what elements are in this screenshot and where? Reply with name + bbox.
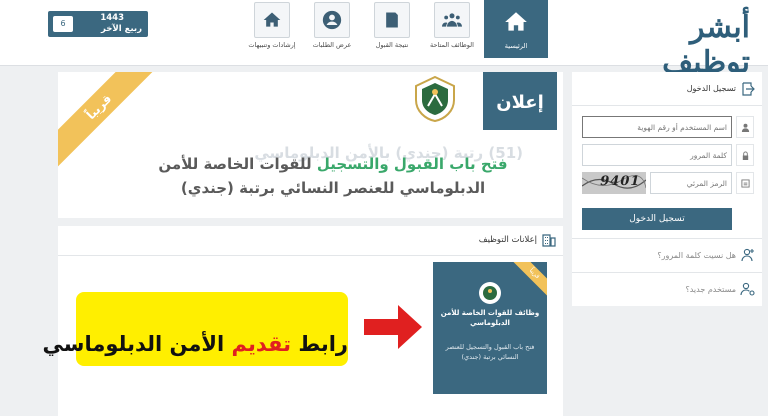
nav-view-requests[interactable]: عرض الطلبات: [304, 2, 360, 56]
login-title: تسجيل الدخول: [686, 84, 736, 93]
password-input[interactable]: [582, 144, 732, 166]
job-announcements-title: إعلانات التوظيف: [478, 235, 537, 245]
building-icon: [541, 232, 557, 248]
lock-icon: [736, 144, 754, 166]
captcha-icon: [736, 172, 754, 194]
overlay-text-part1: رابط: [298, 332, 348, 356]
job-card-emblem-icon: [479, 282, 501, 304]
overlay-text-part2: الأمن الدبلوماسي: [42, 332, 225, 356]
login-header: تسجيل الدخول: [572, 72, 762, 106]
job-card-description: فتح باب القبول والتسجيل للعنصر النسائي ب…: [445, 343, 535, 361]
emblem-icon: [414, 75, 456, 123]
nav-acceptance-result[interactable]: نتيجة القبول: [364, 2, 420, 56]
absher-tawzif-logo[interactable]: أبشر توظيف: [600, 8, 751, 80]
nav-available-jobs-label: الوظائف المتاحة: [430, 41, 474, 49]
job-card[interactable]: قريباً وظائف للقوات الخاصة للأمن الدبلوم…: [433, 262, 547, 394]
announcement-title-highlight: فتح باب القبول والتسجيل: [316, 155, 508, 173]
captcha-image[interactable]: 9401: [582, 172, 646, 194]
red-arrow-icon: [362, 302, 424, 352]
job-announcements-header: إعلانات التوظيف: [58, 226, 563, 256]
username-input[interactable]: [582, 116, 732, 138]
forgot-password-text: هل نسيت كلمة المرور؟: [657, 251, 736, 260]
nav-acceptance-result-label: نتيجة القبول: [375, 41, 409, 49]
login-panel: تسجيل الدخول 9401 تسجيل الدخول هل نسيت ك…: [572, 72, 762, 306]
login-icon: [740, 81, 756, 97]
new-user-link[interactable]: مستخدم جديد؟: [572, 272, 762, 306]
captcha-text: 9401: [598, 174, 642, 189]
overlay-text-red: تقديم: [231, 332, 292, 356]
user-icon: [314, 2, 350, 38]
nav-guidelines[interactable]: إرشادات وتنبيهات: [244, 2, 300, 56]
captcha-input[interactable]: [650, 172, 732, 194]
main-nav: الرئيسية الوظائف المتاحة نتيجة القبول عر…: [240, 0, 548, 60]
job-card-title: وظائف للقوات الخاصة للأمن الدبلوماسي: [440, 309, 540, 327]
hijri-date-badge: 6 1443 ربيع الآخر: [48, 11, 148, 37]
nav-home-label: الرئيسية: [504, 42, 528, 50]
new-user-text: مستخدم جديد؟: [685, 285, 736, 294]
user-icon: [736, 116, 754, 138]
nav-available-jobs[interactable]: الوظائف المتاحة: [424, 2, 480, 56]
login-button[interactable]: تسجيل الدخول: [582, 208, 732, 230]
group-icon: [434, 2, 470, 38]
user-plus-icon: [740, 247, 756, 263]
result-icon: [374, 2, 410, 38]
overlay-text: رابط تقديم الأمن الدبلوماسي: [43, 312, 348, 356]
logo-text: أبشر توظيف: [662, 10, 751, 80]
nav-guidelines-label: إرشادات وتنبيهات: [248, 41, 296, 49]
announcement-title: فتح باب القبول والتسجيل للقوات الخاصة لل…: [143, 152, 523, 200]
apply-link-overlay: رابط تقديم الأمن الدبلوماسي: [43, 292, 348, 366]
date-year: 1443: [100, 13, 124, 23]
home-icon: [254, 2, 290, 38]
date-day: 6: [53, 16, 73, 32]
ribbon-text: قريباً: [83, 91, 115, 123]
announcement-banner[interactable]: قريباً إعلان (51) رتبة (جندي) بالأمن الد…: [58, 72, 563, 218]
home-icon: [498, 4, 534, 40]
nav-view-requests-label: عرض الطلبات: [312, 41, 352, 49]
forgot-password-link[interactable]: هل نسيت كلمة المرور؟: [572, 238, 762, 272]
user-gear-icon: [740, 281, 756, 297]
nav-home[interactable]: الرئيسية: [484, 0, 548, 58]
announcement-badge: إعلان: [483, 72, 557, 130]
date-month: ربيع الآخر: [101, 24, 142, 34]
top-header: أبشر توظيف الرئيسية الوظائف المتاحة نتيج…: [0, 0, 768, 80]
job-card-ribbon: قريباً: [505, 262, 547, 303]
